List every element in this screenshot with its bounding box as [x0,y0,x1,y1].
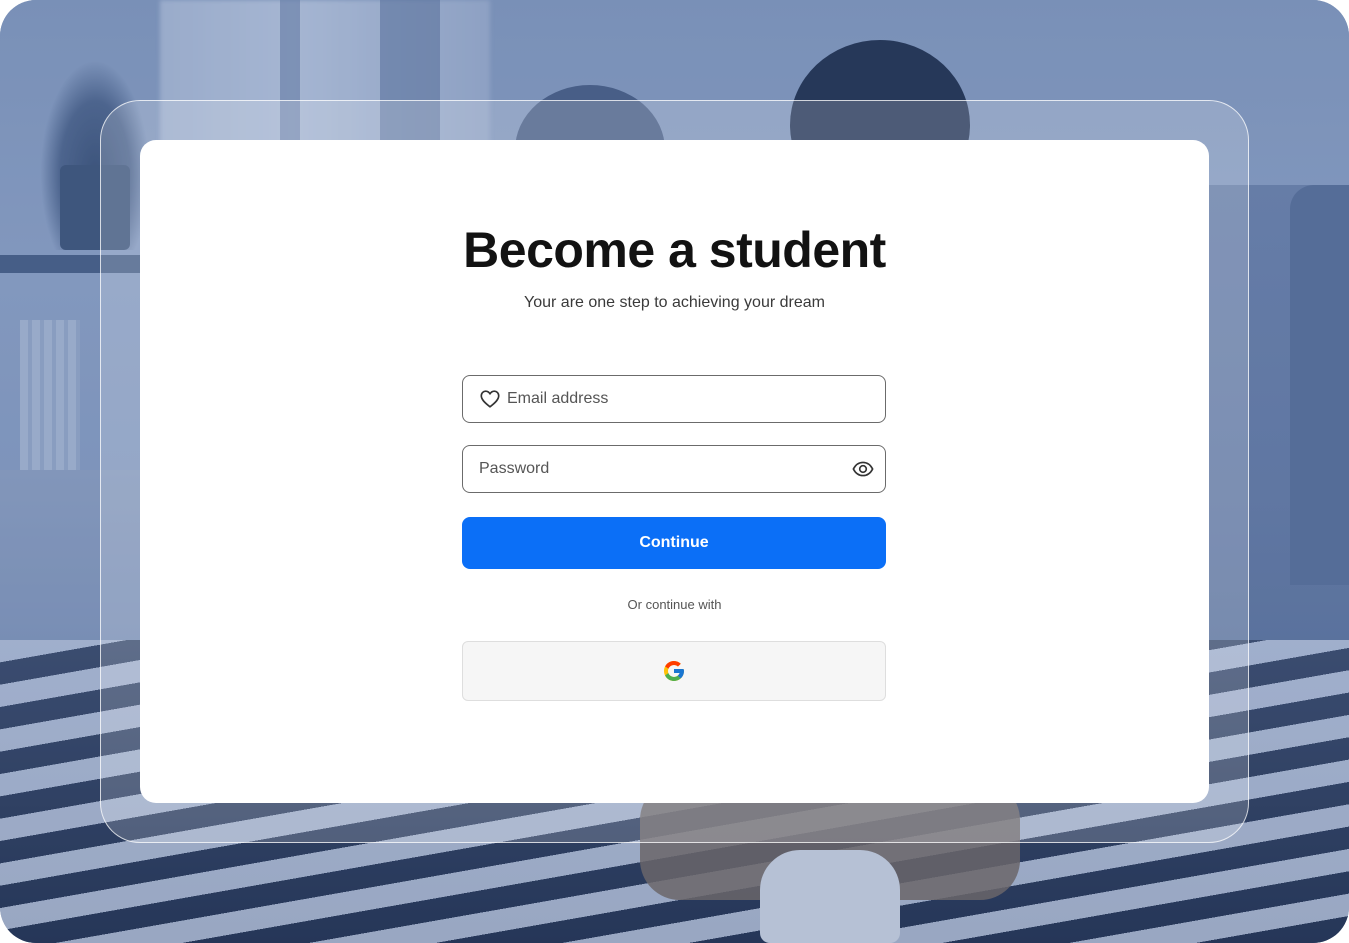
background-photo: Become a student Your are one step to ac… [0,0,1349,943]
password-field[interactable] [462,445,886,493]
eye-icon[interactable] [851,458,874,480]
divider-text: Or continue with [627,597,722,612]
page-subtitle: Your are one step to achieving your drea… [524,294,825,311]
continue-button[interactable]: Continue [462,517,886,569]
password-input[interactable] [479,446,839,492]
email-input[interactable] [507,376,867,422]
page-title: Become a student [463,222,886,278]
google-icon [664,661,684,681]
email-field[interactable] [462,375,886,423]
signup-card: Become a student Your are one step to ac… [140,140,1209,803]
google-signin-button[interactable] [462,641,886,701]
heart-icon [479,388,501,410]
